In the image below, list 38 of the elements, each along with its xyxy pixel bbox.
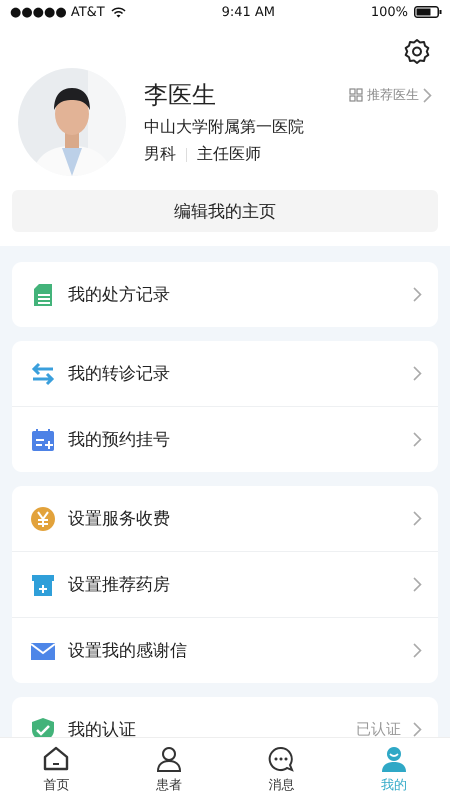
menu-item[interactable]: 设置推荐药房 — [12, 551, 438, 617]
doctor-name: 李医生 — [144, 80, 216, 111]
carrier-text: ●●●●● AT&T — [10, 4, 105, 20]
menu-item[interactable]: 我的处方记录 — [12, 262, 438, 327]
chevron-right-icon — [413, 366, 422, 381]
chevron-right-icon — [413, 577, 422, 592]
yen-coin-icon — [30, 506, 56, 532]
person-icon — [380, 744, 408, 772]
battery-text: 100% — [370, 4, 408, 20]
qr-code-icon — [349, 88, 363, 102]
menu-item[interactable]: 我的预约挂号 — [12, 406, 438, 472]
status-text: 已认证 — [356, 720, 401, 737]
tab[interactable]: 首页 — [0, 738, 112, 800]
clock-text: 9:41 AM — [222, 4, 276, 20]
chevron-right-icon — [413, 511, 422, 526]
hospital-name: 中山大学附属第一医院 — [144, 117, 305, 138]
tab[interactable]: 患者 — [112, 738, 225, 800]
chevron-right-icon — [413, 722, 422, 737]
chevron-right-icon — [423, 88, 432, 102]
chat-bubble-icon — [267, 744, 296, 772]
menu-item[interactable]: 设置我的感谢信 — [12, 617, 438, 683]
chevron-right-icon — [413, 432, 422, 447]
tab[interactable]: 消息 — [225, 738, 338, 800]
battery-icon — [414, 6, 442, 18]
chevron-right-icon — [413, 643, 422, 658]
menu-item[interactable]: 设置服务收费 — [12, 486, 438, 551]
home-icon — [42, 744, 70, 772]
calendar-add-icon — [30, 426, 56, 452]
edit-homepage-button[interactable]: 编辑我的主页 — [12, 190, 438, 232]
menu-item[interactable]: 我的转诊记录 — [12, 341, 438, 406]
recommend-doctor-link[interactable]: 推荐医生 — [349, 86, 438, 104]
chevron-right-icon — [413, 287, 422, 302]
person-icon — [154, 744, 183, 772]
swap-arrows-icon — [30, 360, 56, 386]
wifi-icon — [110, 6, 126, 18]
job-title-text: 主任医师 — [197, 144, 261, 165]
settings-icon[interactable] — [404, 38, 430, 64]
department-text: 男科 — [144, 144, 176, 165]
